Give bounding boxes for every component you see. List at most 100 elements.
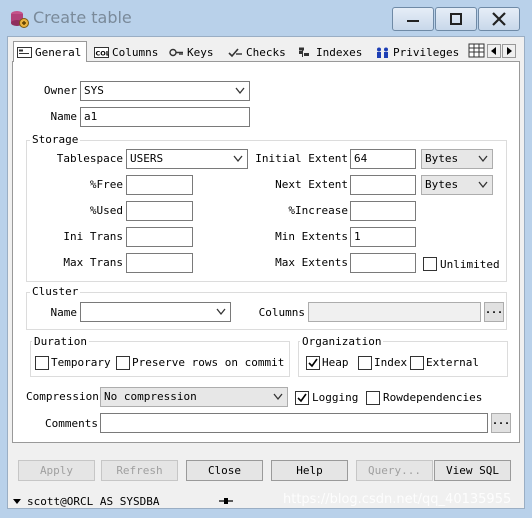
max-extents-label: Max Extents	[275, 256, 348, 269]
general-tab-icon	[17, 46, 32, 58]
tab-checks-label: Checks	[246, 46, 286, 59]
refresh-button[interactable]: Refresh	[101, 460, 178, 481]
owner-select[interactable]: SYS	[80, 81, 250, 101]
create-table-app-icon	[11, 11, 29, 28]
tab-scroll-left-button[interactable]	[487, 44, 501, 58]
tablespace-select[interactable]: USERS	[126, 149, 248, 169]
used-input[interactable]	[126, 201, 193, 221]
minimize-button[interactable]	[392, 7, 434, 31]
increase-label: %Increase	[288, 204, 348, 217]
organization-group-title: Organization	[300, 335, 384, 348]
chevron-down-icon	[273, 393, 283, 401]
next-extent-unit-select[interactable]: Bytes	[421, 175, 493, 195]
tab-checks[interactable]: Checks	[225, 43, 289, 62]
cluster-columns-browse-button[interactable]: ...	[484, 302, 504, 322]
initial-extent-input[interactable]: 64	[350, 149, 416, 169]
next-extent-input[interactable]	[350, 175, 416, 195]
external-label: External	[426, 356, 479, 369]
next-extent-label: Next Extent	[275, 178, 348, 191]
rowdependencies-label: Rowdependencies	[383, 391, 483, 404]
temporary-checkbox[interactable]	[35, 356, 49, 370]
compression-value: No compression	[104, 390, 197, 403]
chevron-down-icon	[235, 87, 245, 95]
apply-button[interactable]: Apply	[18, 460, 95, 481]
owner-value: SYS	[84, 84, 104, 97]
index-label: Index	[374, 356, 408, 369]
minimize-icon	[407, 20, 419, 22]
tab-columns[interactable]: COL Columns	[91, 43, 161, 62]
tab-indexes[interactable]: Indexes	[295, 43, 365, 62]
min-extents-input[interactable]: 1	[350, 227, 416, 247]
plug-icon	[218, 496, 234, 506]
comments-label: Comments	[45, 417, 98, 430]
tab-columns-label: Columns	[112, 46, 159, 59]
index-checkbox[interactable]	[358, 356, 372, 370]
columns-tab-icon: COL	[94, 47, 109, 58]
max-trans-input[interactable]	[126, 253, 193, 273]
query-button-label: Query...	[368, 464, 421, 477]
view-sql-button[interactable]: View SQL	[434, 460, 511, 481]
connection-dropdown-icon[interactable]	[12, 496, 22, 504]
comments-browse-button[interactable]: ...	[491, 413, 511, 433]
window-title: Create table	[33, 8, 132, 27]
heap-checkbox[interactable]	[306, 356, 320, 370]
min-extents-label: Min Extents	[275, 230, 348, 243]
ini-trans-input[interactable]	[126, 227, 193, 247]
tab-privileges[interactable]: Privileges	[372, 43, 462, 62]
cluster-name-label: Name	[50, 306, 78, 319]
view-sql-button-label: View SQL	[446, 464, 499, 477]
logging-checkbox[interactable]	[295, 391, 309, 405]
used-label: %Used	[89, 204, 123, 217]
next-extent-unit-value: Bytes	[425, 178, 459, 191]
cluster-columns-label: Columns	[258, 306, 305, 319]
max-extents-input[interactable]	[350, 253, 416, 273]
tab-general[interactable]: General	[13, 41, 87, 62]
watermark-text: https://blog.csdn.net/qq_40135955	[283, 492, 512, 507]
free-input[interactable]	[126, 175, 193, 195]
tablespace-label: Tablespace	[56, 152, 123, 165]
unlimited-checkbox[interactable]	[423, 257, 437, 271]
query-button[interactable]: Query...	[356, 460, 433, 481]
chevron-left-icon	[491, 47, 496, 55]
preserve-rows-checkbox[interactable]	[116, 356, 130, 370]
compression-select[interactable]: No compression	[100, 387, 288, 407]
increase-input[interactable]	[350, 201, 416, 221]
chevron-down-icon	[478, 155, 488, 163]
max-trans-label: Max Trans	[63, 256, 123, 269]
close-button[interactable]: Close	[186, 460, 263, 481]
apply-button-label: Apply	[39, 464, 74, 477]
privileges-tab-icon	[375, 47, 390, 58]
help-button-label: Help	[296, 464, 323, 477]
keys-tab-icon	[169, 47, 184, 58]
cluster-name-select[interactable]	[80, 302, 231, 322]
cluster-group-title: Cluster	[30, 285, 81, 298]
tab-keys[interactable]: Keys	[166, 43, 217, 62]
duration-group-title: Duration	[32, 335, 89, 348]
more-tabs-icon[interactable]	[468, 43, 486, 59]
tab-privileges-label: Privileges	[393, 46, 460, 59]
chevron-down-icon	[216, 308, 226, 316]
refresh-button-label: Refresh	[116, 464, 163, 477]
svg-text:COL: COL	[96, 50, 110, 58]
initial-extent-unit-select[interactable]: Bytes	[421, 149, 493, 169]
table-name-input[interactable]: a1	[80, 107, 250, 127]
close-button-label: Close	[207, 464, 242, 477]
name-label: Name	[50, 110, 78, 123]
chevron-down-icon	[478, 181, 488, 189]
unlimited-label: Unlimited	[440, 258, 500, 271]
external-checkbox[interactable]	[410, 356, 424, 370]
cluster-columns-input[interactable]	[308, 302, 481, 322]
storage-group-title: Storage	[30, 133, 81, 146]
checkmark-icon	[308, 358, 318, 368]
tab-general-label: General	[35, 45, 82, 59]
close-window-button[interactable]	[478, 7, 520, 31]
comments-input[interactable]	[100, 413, 488, 433]
tab-scroll-right-button[interactable]	[502, 44, 516, 58]
close-icon	[492, 12, 506, 26]
initial-extent-label: Initial Extent	[255, 152, 348, 165]
maximize-button[interactable]	[435, 7, 477, 31]
rowdependencies-checkbox[interactable]	[366, 391, 380, 405]
tab-keys-label: Keys	[187, 46, 214, 59]
help-button[interactable]: Help	[271, 460, 348, 481]
preserve-rows-label: Preserve rows on commit	[132, 356, 285, 369]
